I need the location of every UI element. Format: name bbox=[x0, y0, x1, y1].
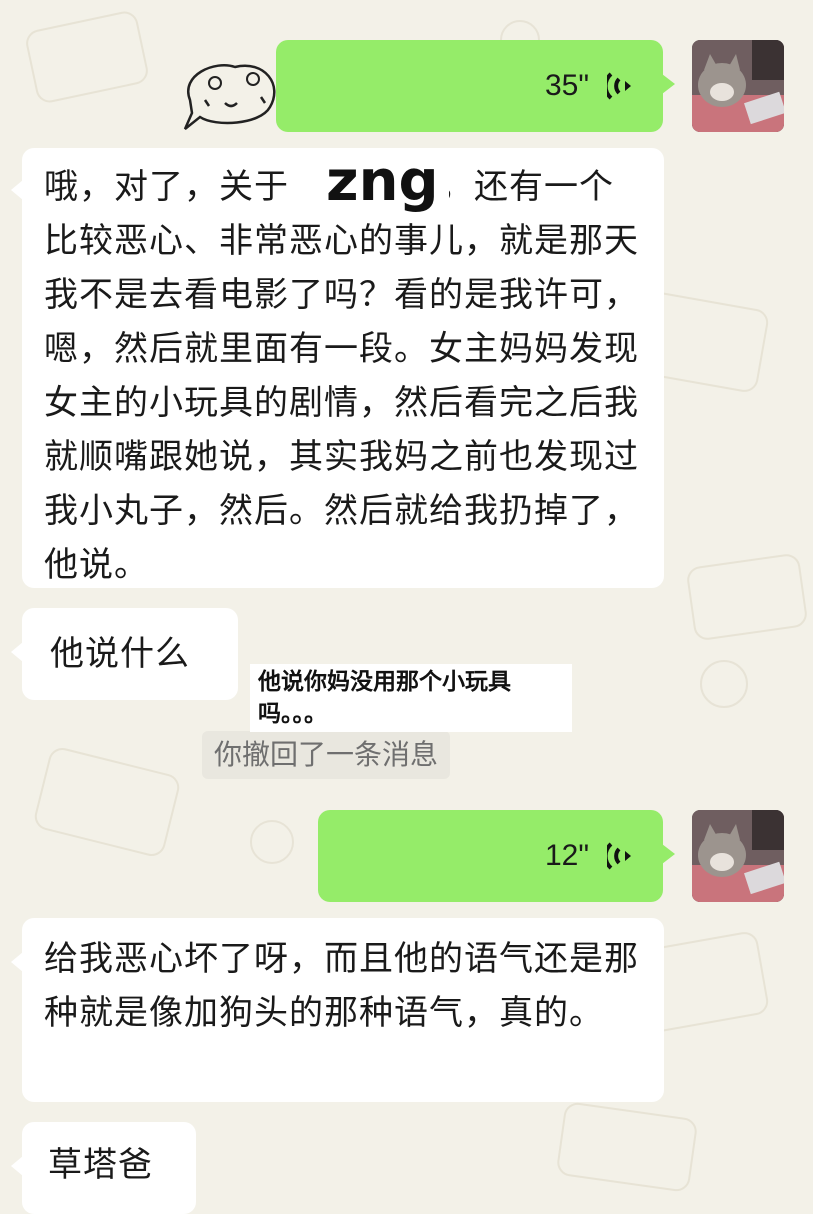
text-message-bubble[interactable]: 草塔爸 bbox=[11, 1122, 196, 1214]
cat-photo-icon bbox=[692, 40, 784, 132]
voice-duration: 35" bbox=[544, 69, 589, 102]
text-message-bubble[interactable]: 哦，对了，关于 ，还有一个比较恶心、非常恶心的事儿，就是那天我不是去看电影了吗？看… bbox=[11, 148, 664, 588]
message-body: 他说什么 bbox=[50, 634, 190, 674]
message-body: 比较恶心、非常恶心的事儿，就是那天我不是去看电影了吗？看的是我许可，嗯，然后就里… bbox=[44, 221, 639, 585]
voice-duration: 12" bbox=[544, 839, 589, 872]
message-body: 给我恶心坏了呀，而且他的语气还是那种就是像加狗头的那种语气，真的。 bbox=[44, 939, 639, 1033]
kaomoji-sticker bbox=[175, 55, 285, 139]
voice-wave-icon bbox=[607, 72, 631, 100]
user-avatar[interactable] bbox=[692, 40, 784, 132]
text-message-bubble[interactable]: 给我恶心坏了呀，而且他的语气还是那种就是像加狗头的那种语气，真的。 bbox=[11, 918, 664, 1102]
message-line-prefix: 哦，对了，关于 bbox=[44, 167, 289, 207]
cat-photo-icon bbox=[692, 810, 784, 902]
message-line-suffix: ，还有一个 bbox=[439, 167, 614, 207]
censor-overlay-label: zng bbox=[316, 152, 449, 212]
voice-message-bubble[interactable]: 12" bbox=[318, 810, 675, 902]
text-message-bubble[interactable]: 他说什么 bbox=[11, 608, 238, 700]
message-body: 草塔爸 bbox=[48, 1145, 153, 1185]
user-avatar[interactable] bbox=[692, 810, 784, 902]
recall-notice: 你撤回了一条消息 bbox=[202, 731, 451, 779]
voice-message-bubble[interactable]: 35" bbox=[276, 40, 675, 132]
caption-overlay: 他说你妈没用那个小玩具吗。。。 bbox=[250, 664, 572, 732]
voice-wave-icon bbox=[607, 842, 631, 870]
